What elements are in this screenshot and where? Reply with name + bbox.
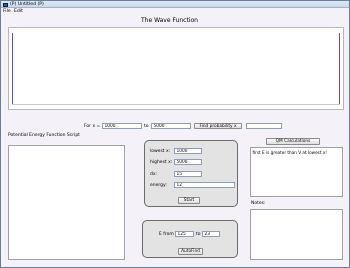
x-from-input[interactable]: 1000 (102, 123, 142, 129)
energy-label: energy: (150, 183, 167, 188)
menu-edit[interactable]: Edit (14, 9, 23, 14)
qm-output-text: first E is greater than V at lowest x! (252, 149, 328, 155)
qm-calculations-button[interactable]: QM Calculations (266, 138, 320, 145)
for-x-label: For x = (84, 124, 101, 129)
page-title: The Wave Function (141, 17, 198, 24)
plot-left-axis (12, 33, 14, 105)
e-from-label: E from (159, 232, 174, 237)
menu-file[interactable]: File (3, 9, 11, 14)
start-button[interactable]: Start (178, 197, 200, 204)
probability-output[interactable] (246, 123, 282, 129)
x-to-label: to (144, 124, 149, 129)
autofind-button[interactable]: AutoFind (178, 248, 203, 255)
title-bar: (P) Untitled (P) (1, 1, 349, 8)
e-to-input[interactable]: 23 (202, 231, 220, 237)
lowest-x-input[interactable]: 1000 (174, 148, 202, 154)
e-to-label: to (196, 232, 201, 237)
script-label: Potential Energy Function Script (8, 133, 80, 138)
parameters-panel: lowest x: 1000 highest x: 5000 dx: 15 en… (144, 140, 238, 207)
notes-textarea[interactable] (250, 209, 343, 260)
plot-baseline (12, 104, 340, 105)
app-icon (3, 2, 8, 7)
dx-label: dx: (150, 172, 158, 177)
energy-input[interactable]: 12 (174, 182, 235, 188)
main-window: (P) Untitled (P) File Edit The Wave Func… (0, 0, 350, 268)
window-title: (P) Untitled (P) (10, 1, 44, 7)
script-textarea[interactable] (8, 145, 125, 260)
lowest-x-label: lowest x: (150, 149, 171, 154)
find-probability-button[interactable]: Find probability x (194, 122, 242, 129)
autofind-panel: E from 125 to 23 AutoFind (142, 220, 238, 258)
highest-x-label: highest x: (150, 160, 173, 165)
dx-input[interactable]: 15 (174, 171, 202, 177)
notes-label: Notes: (251, 201, 266, 206)
plot-right-axis (339, 33, 341, 105)
highest-x-input[interactable]: 5000 (174, 159, 202, 165)
wave-function-plot (8, 27, 344, 110)
x-to-input[interactable]: 5000 (151, 123, 191, 129)
menu-bar: File Edit (1, 8, 349, 14)
e-from-input[interactable]: 125 (175, 231, 194, 237)
qm-output-box[interactable]: first E is greater than V at lowest x! (250, 147, 343, 197)
